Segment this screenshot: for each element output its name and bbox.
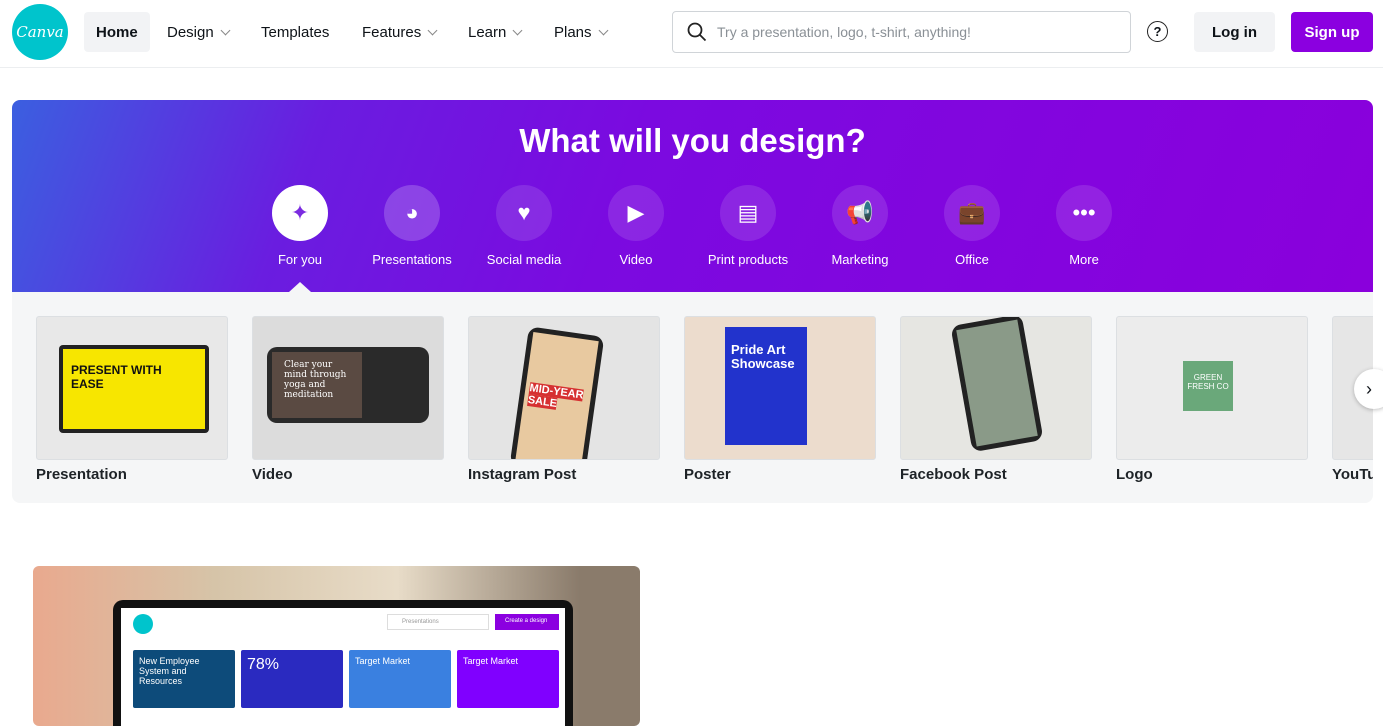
top-header: Canva Home Design Templates Features Lea…	[0, 0, 1383, 68]
chevron-down-icon	[220, 25, 231, 35]
printer-icon: ▤	[720, 185, 776, 241]
design-card-video[interactable]: Clear your mind through yoga and meditat…	[252, 316, 444, 483]
category-office[interactable]: 💼 Office	[916, 185, 1028, 267]
canva-logo[interactable]: Canva	[12, 4, 68, 60]
nav-design[interactable]: Design	[155, 12, 241, 52]
chevron-down-icon	[512, 25, 523, 35]
design-card-poster[interactable]: Pride Art Showcase Poster	[684, 316, 876, 483]
nav-home[interactable]: Home	[84, 12, 150, 52]
thumbnail: GREEN FRESH CO	[1116, 316, 1308, 460]
promo-video[interactable]: Presentations Create a design New Employ…	[33, 566, 640, 726]
login-button[interactable]: Log in	[1194, 12, 1275, 52]
megaphone-icon: 📢	[832, 185, 888, 241]
sparkle-icon: ✦	[272, 185, 328, 241]
thumbnail: PRESENT WITH EASE	[36, 316, 228, 460]
nav-plans[interactable]: Plans	[542, 12, 619, 52]
thumbnail: Pride Art Showcase	[684, 316, 876, 460]
chevron-down-icon	[427, 25, 438, 35]
help-icon[interactable]: ?	[1147, 21, 1168, 42]
search-icon	[687, 22, 707, 42]
heart-bubble-icon: ♥	[496, 185, 552, 241]
canva-logo	[133, 614, 153, 634]
design-banner: What will you design? ✦ For you ◕ Presenta…	[12, 100, 1373, 292]
presentation-icon: ◕	[384, 185, 440, 241]
more-dots-icon: •••	[1056, 185, 1112, 241]
briefcase-icon: 💼	[944, 185, 1000, 241]
category-social-media[interactable]: ♥ Social media	[468, 185, 580, 267]
nav-features[interactable]: Features	[350, 12, 448, 52]
signup-button[interactable]: Sign up	[1291, 12, 1373, 52]
category-for-you[interactable]: ✦ For you	[244, 185, 356, 267]
chevron-down-icon	[598, 25, 608, 35]
category-video[interactable]: ▶ Video	[580, 185, 692, 267]
design-card-facebook-post[interactable]: Facebook Post	[900, 316, 1092, 483]
nav-templates[interactable]: Templates	[249, 12, 341, 52]
laptop-image: Presentations Create a design New Employ…	[113, 600, 573, 726]
thumbnail	[900, 316, 1092, 460]
design-card-presentation[interactable]: PRESENT WITH EASE Presentation	[36, 316, 228, 483]
category-presentations[interactable]: ◕ Presentations	[356, 185, 468, 267]
chevron-right-icon: ›	[1366, 378, 1372, 399]
thumbnail: MID-YEAR SALE	[468, 316, 660, 460]
video-camera-icon: ▶	[608, 185, 664, 241]
search-box[interactable]	[672, 11, 1131, 53]
search-input[interactable]	[717, 24, 1117, 40]
design-card-instagram-post[interactable]: MID-YEAR SALE Instagram Post	[468, 316, 660, 483]
category-marketing[interactable]: 📢 Marketing	[804, 185, 916, 267]
design-card-logo[interactable]: GREEN FRESH CO Logo	[1116, 316, 1308, 483]
nav-learn[interactable]: Learn	[456, 12, 533, 52]
thumbnail: Clear your mind through yoga and meditat…	[252, 316, 444, 460]
selected-indicator	[289, 282, 311, 292]
category-print-products[interactable]: ▤ Print products	[692, 185, 804, 267]
banner-title: What will you design?	[519, 122, 866, 159]
design-types-panel: PRESENT WITH EASE Presentation Clear you…	[12, 292, 1373, 503]
category-more[interactable]: ••• More	[1028, 185, 1140, 267]
